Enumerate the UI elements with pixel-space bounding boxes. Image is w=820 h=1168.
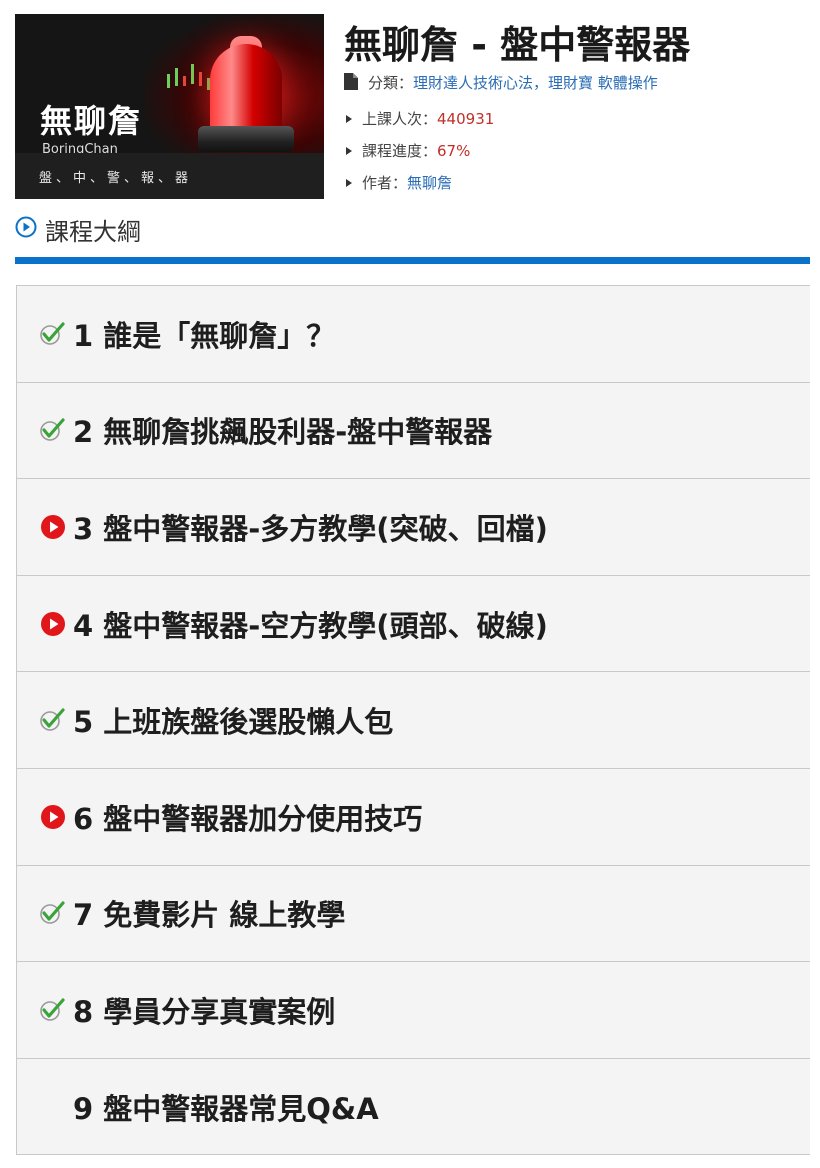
course-students: 上課人次：440931 <box>344 108 494 129</box>
bullet-arrow-icon <box>346 115 352 123</box>
course-author: 作者：無聊詹 <box>344 172 452 193</box>
category-label: 分類： <box>368 74 414 92</box>
outline-item-8[interactable]: 8 學員分享真實案例 <box>17 962 810 1059</box>
check-icon <box>39 320 67 348</box>
outline-divider <box>15 257 810 264</box>
outline-item-3[interactable]: 3 盤中警報器-多方教學(突破、回檔) <box>17 479 810 576</box>
author-label: 作者： <box>362 174 408 192</box>
students-value: 440931 <box>437 110 495 128</box>
course-category: 分類：理財達人技術心法，理財寶 軟體操作 <box>344 72 658 94</box>
students-label: 上課人次： <box>362 110 438 128</box>
outline-item-label: 8 學員分享真實案例 <box>73 994 336 1029</box>
play-icon <box>39 513 67 541</box>
course-progress: 課程進度：67% <box>344 140 470 161</box>
outline-item-label: 3 盤中警報器-多方教學(突破、回檔) <box>73 511 548 546</box>
outline-list: 1 誰是「無聊詹」？ 2 無聊詹挑飆股利器-盤中警報器 3 盤中警報器-多方教學(突… <box>16 285 810 1156</box>
outline-item-label: 2 無聊詹挑飆股利器-盤中警報器 <box>73 415 493 450</box>
progress-label: 課程進度： <box>362 142 438 160</box>
outline-item-label: 9 盤中警報器常見Q&A <box>73 1091 379 1126</box>
progress-value: 67% <box>437 142 471 160</box>
outline-heading: 課程大綱 <box>15 212 141 247</box>
author-link[interactable]: 無聊詹 <box>407 174 452 192</box>
check-icon <box>39 416 67 444</box>
banner-strip: 盤、中、警、報、器 <box>15 153 324 199</box>
outline-item-4[interactable]: 4 盤中警報器-空方教學(頭部、破線) <box>17 575 810 673</box>
category-link[interactable]: 理財達人技術心法，理財寶 軟體操作 <box>413 74 658 92</box>
outline-item-label: 7 免費影片 線上教學 <box>73 898 346 933</box>
banner-title: 無聊詹 <box>40 102 143 140</box>
outline-item-label: 6 盤中警報器加分使用技巧 <box>73 801 423 836</box>
siren-icon <box>210 44 282 132</box>
outline-heading-text: 課程大綱 <box>45 218 141 246</box>
play-icon <box>39 803 67 831</box>
outline-item-9[interactable]: 9 盤中警報器常見Q&A <box>17 1058 810 1156</box>
bullet-arrow-icon <box>346 179 352 187</box>
document-icon <box>344 73 358 94</box>
outline-item-7[interactable]: 7 免費影片 線上教學 <box>17 865 810 963</box>
siren-base <box>198 126 294 152</box>
outline-item-5[interactable]: 5 上班族盤後選股懶人包 <box>17 672 810 769</box>
check-icon <box>39 996 67 1024</box>
check-icon <box>39 899 67 927</box>
outline-item-6[interactable]: 6 盤中警報器加分使用技巧 <box>17 768 810 866</box>
outline-item-label: 4 盤中警報器-空方教學(頭部、破線) <box>73 608 548 643</box>
bullet-arrow-icon <box>346 147 352 155</box>
banner-tagline: 盤、中、警、報、器 <box>39 170 193 186</box>
blank-icon <box>39 1093 67 1121</box>
circle-play-icon <box>15 216 37 244</box>
check-icon <box>39 706 67 734</box>
outline-item-label: 1 誰是「無聊詹」？ <box>73 318 336 353</box>
outline-item-2[interactable]: 2 無聊詹挑飆股利器-盤中警報器 <box>17 382 810 480</box>
outline-item-1[interactable]: 1 誰是「無聊詹」？ <box>17 286 810 383</box>
play-icon <box>39 610 67 638</box>
course-banner: 無聊詹 BoringChan 盤、中、警、報、器 <box>15 14 324 199</box>
outline-item-label: 5 上班族盤後選股懶人包 <box>73 705 394 740</box>
course-title: 無聊詹 - 盤中警報器 <box>344 23 691 67</box>
